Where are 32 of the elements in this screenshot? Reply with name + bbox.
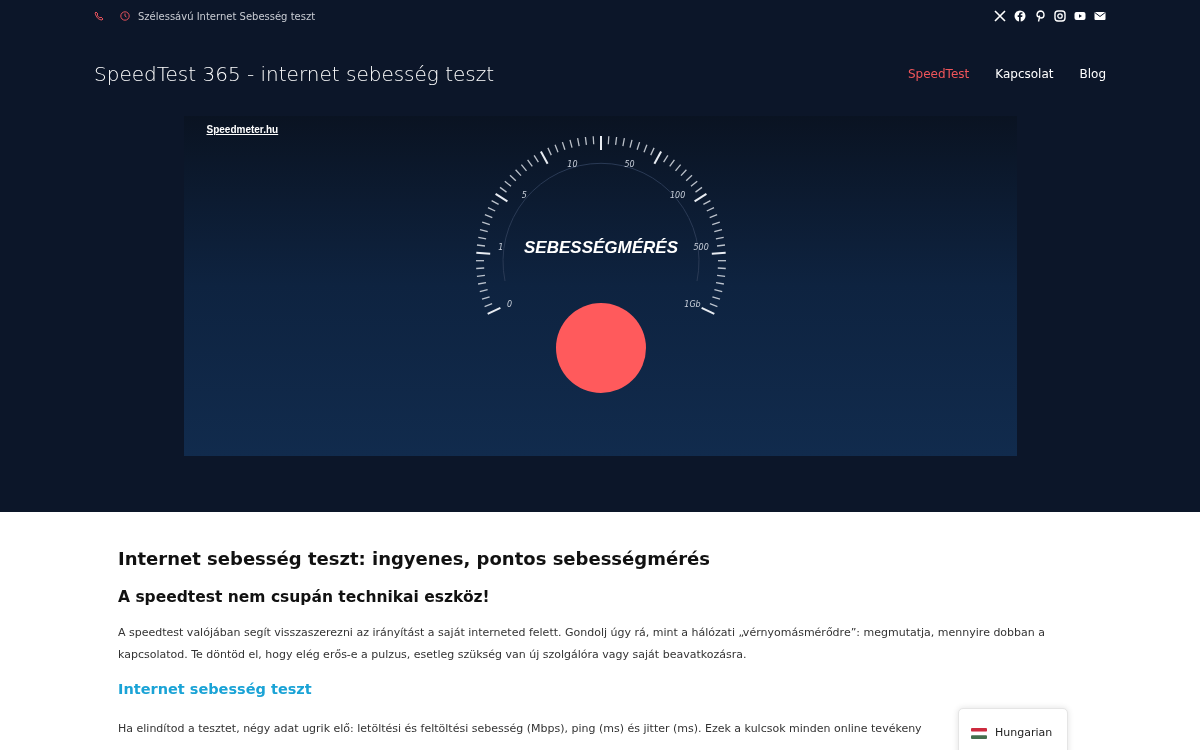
youtube-icon[interactable] — [1074, 10, 1086, 22]
scale-label: 50 — [624, 160, 635, 170]
start-button[interactable] — [555, 303, 646, 393]
paragraph: Ha elindítod a tesztet, négy adat ugrik elő: letöltési és feltöltési sebesség (Mbps), ping (ms) és jitter (ms). Ezek a kulcsok minden online tevékeny — [118, 721, 922, 737]
credit-link[interactable]: Speedmeter.hu — [206, 122, 279, 137]
facebook-icon[interactable] — [1014, 10, 1026, 22]
clock-icon — [120, 11, 130, 21]
scale-label: 500 — [692, 243, 709, 253]
scale-label: 100 — [669, 191, 685, 201]
article-subheading: A speedtest nem csupán technikai eszköz! — [118, 587, 491, 608]
flag-icon — [971, 727, 987, 739]
language-switcher[interactable]: Hungarian — [958, 708, 1068, 750]
phone-icon — [94, 11, 104, 21]
scale-label: 5 — [521, 191, 527, 201]
nav-link[interactable]: SpeedTest — [908, 65, 970, 83]
nav-link[interactable]: Kapcsolat — [995, 65, 1054, 83]
article-heading: Internet sebesség teszt: ingyenes, pontos sebességmérés — [118, 547, 711, 571]
scale-label: 10 — [566, 160, 577, 170]
site-title[interactable]: SpeedTest 365 - internet sebesség teszt — [94, 59, 495, 89]
paragraph: A speedtest valójában segít visszaszerezni az irányítást a saját interneted felett. Gondolj úgy rá, mint a hálózati „vérnyomásmérődre”: megmutatja, mennyire dobban a kapcsolatod. Te döntöd el, hogy elég erős-e a pulzus, esetleg szükség van új szolgálóra vagy saját beavatkozásra. — [118, 625, 1047, 663]
scale-label: 1 — [497, 243, 503, 253]
scale-label: 1Gb — [683, 299, 701, 309]
info-text: Szélessávú Internet Sebesség teszt — [138, 9, 316, 24]
scale-label: 0 — [506, 299, 512, 309]
x-logo-icon[interactable] — [994, 10, 1006, 22]
mail-icon[interactable] — [1094, 10, 1106, 22]
pinterest-icon[interactable] — [1034, 10, 1046, 22]
nav-link[interactable]: Blog — [1079, 65, 1106, 83]
section-heading: Internet sebesség teszt — [118, 680, 313, 699]
gauge-title: SEBESSÉGMÉRÉS — [523, 238, 678, 257]
instagram-icon[interactable] — [1054, 10, 1066, 22]
language-label: Hungarian — [995, 724, 1053, 741]
